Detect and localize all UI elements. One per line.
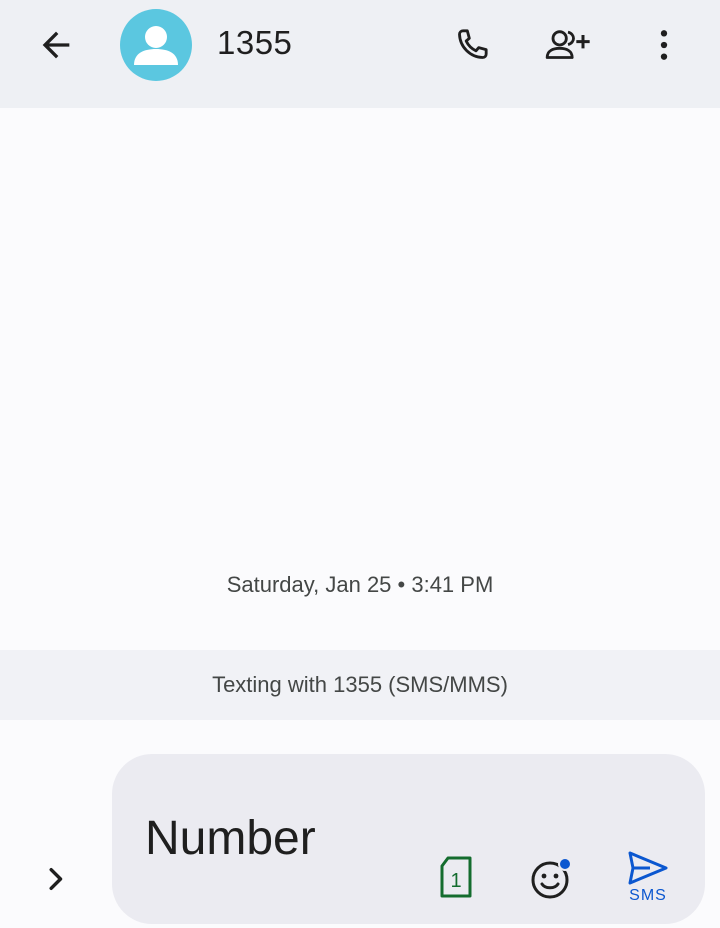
person-avatar-icon — [134, 26, 178, 65]
sim-card-icon: 1 — [440, 856, 472, 898]
chevron-right-icon — [49, 867, 63, 891]
send-type-label: SMS — [629, 887, 667, 904]
texting-info-label: Texting with 1355 (SMS/MMS) — [212, 672, 508, 697]
add-person-icon — [545, 30, 590, 59]
sim-select-button[interactable]: 1 — [430, 852, 482, 904]
send-icon — [628, 851, 668, 885]
expand-attachments-button[interactable] — [28, 851, 84, 907]
send-sms-button[interactable]: SMS — [620, 850, 676, 910]
sim-number: 1 — [450, 870, 461, 892]
compose-box: 1 SMS — [112, 754, 705, 924]
conversation-title: 1355 — [217, 24, 293, 61]
arrow-back-icon — [42, 31, 70, 59]
message-input[interactable] — [145, 812, 445, 864]
phone-icon — [458, 29, 488, 59]
texting-info-bar: Texting with 1355 (SMS/MMS) — [0, 650, 720, 720]
more-options-button[interactable] — [636, 17, 692, 73]
message-thread[interactable] — [0, 108, 720, 648]
message-timestamp: Saturday, Jan 25 • 3:41 PM — [226, 572, 494, 597]
avatar[interactable] — [120, 9, 192, 81]
call-button[interactable] — [444, 17, 500, 73]
emoji-icon — [531, 857, 572, 899]
add-contact-button[interactable] — [540, 17, 596, 73]
emoji-button[interactable] — [526, 852, 578, 904]
back-button[interactable] — [28, 17, 84, 73]
top-app-bar: 1355 — [0, 0, 720, 108]
more-vert-icon — [660, 30, 668, 60]
